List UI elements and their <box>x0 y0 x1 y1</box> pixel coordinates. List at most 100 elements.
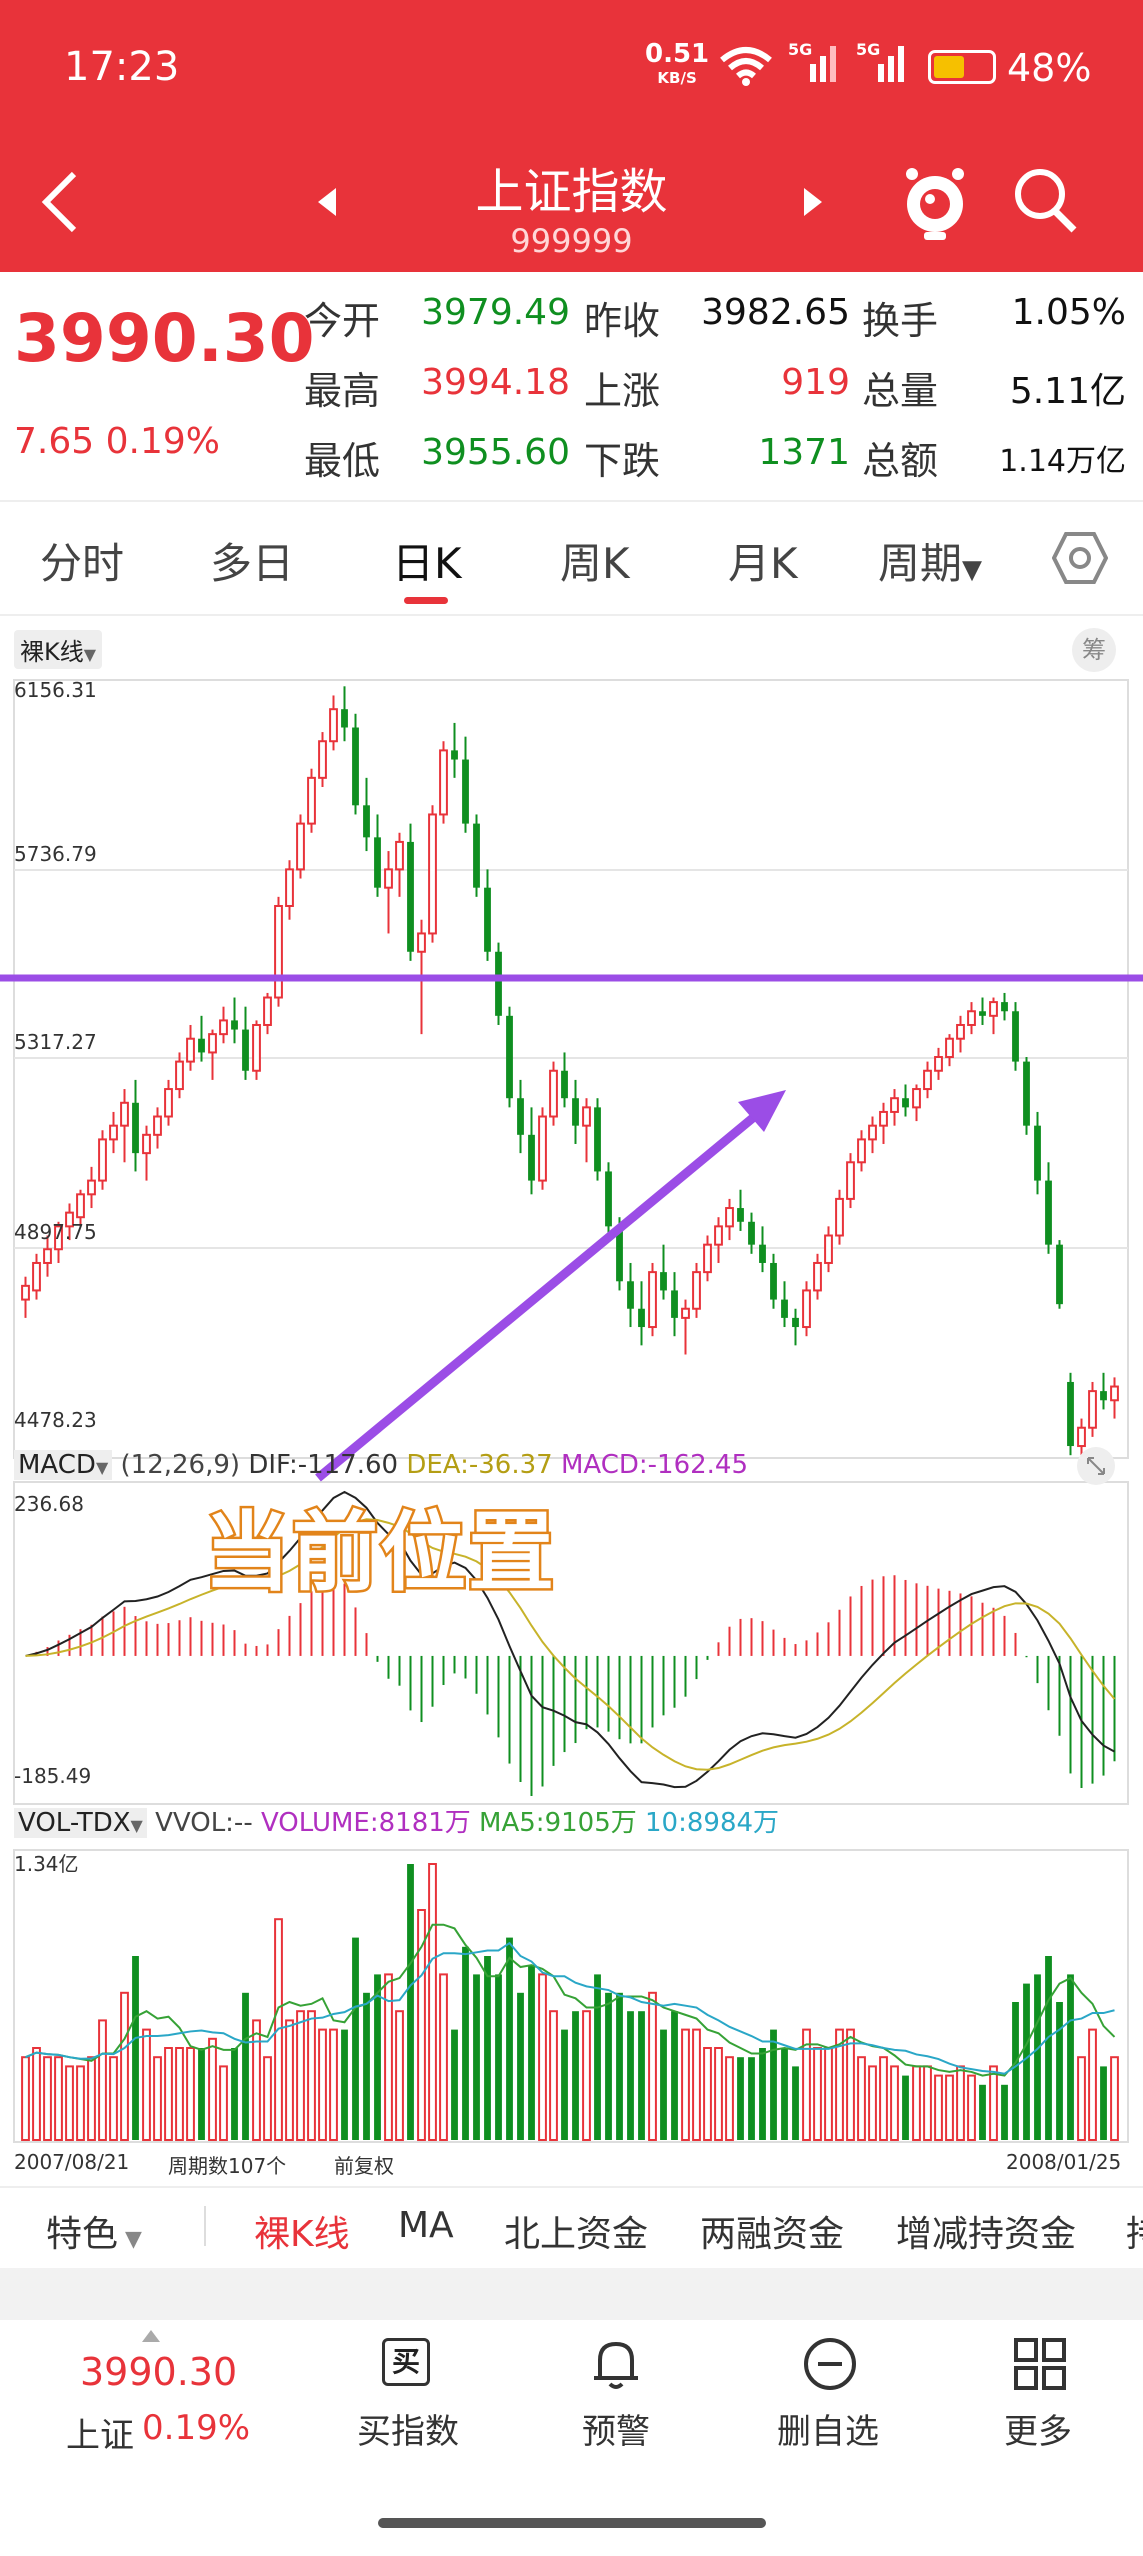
tab-multiday[interactable]: 多日 <box>210 530 294 591</box>
candle-body-up <box>1077 1426 1086 1448</box>
volume-bar-up <box>912 2065 921 2142</box>
net-speed-value: 0.51 <box>645 39 710 69</box>
volume-bar-up <box>989 2065 998 2142</box>
volume-bar-down <box>363 1992 370 2140</box>
period-count: 周期数107个 <box>168 2154 287 2178</box>
chip-button[interactable]: 筹 <box>1072 628 1116 672</box>
candle-body-down <box>132 1102 139 1154</box>
macd-dea: DEA:-36.37 <box>406 1450 553 1480</box>
volume-bar-up <box>164 2047 173 2141</box>
battery-icon <box>928 50 996 84</box>
battery-percent: 48% <box>1007 46 1092 90</box>
tab-period-label: 周期 <box>878 539 963 588</box>
label-volume: 总量 <box>862 369 939 413</box>
volume-selector[interactable]: VOL-TDX▼ <box>14 1808 147 1838</box>
candle-body-down <box>627 1281 634 1309</box>
volume-bar-up <box>252 2019 261 2142</box>
tab-feature[interactable]: 特色 ▼ <box>46 2205 142 2257</box>
alert-button[interactable]: 预警 <box>556 2334 676 2452</box>
volume-bar-up <box>417 1909 426 2141</box>
signal-icon-2: 5G <box>856 40 912 86</box>
remove-watchlist-button[interactable]: 删自选 <box>768 2334 888 2452</box>
volume-bars <box>21 1863 1119 2142</box>
candle-body-down <box>605 1171 612 1227</box>
tab-daily-k[interactable]: 日K <box>392 530 462 591</box>
tab-ma[interactable]: MA <box>398 2205 454 2246</box>
signal-label-2: 5G <box>856 40 881 59</box>
candle-body-up <box>725 1207 734 1228</box>
candle-body-down <box>737 1208 744 1222</box>
tab-margin[interactable]: 两融资金 <box>700 2205 844 2257</box>
volume-name: VOL-TDX <box>18 1808 131 1838</box>
tab-holdings-change[interactable]: 增减持资金 <box>896 2205 1076 2257</box>
candle-body-up <box>208 1033 217 1054</box>
volume-bar-up <box>1110 2056 1119 2141</box>
alert-label: 预警 <box>582 2412 650 2452</box>
volume-bar-up <box>857 2056 866 2141</box>
more-button[interactable]: 更多 <box>978 2334 1098 2452</box>
volume-bar-up <box>109 2056 118 2141</box>
candle-body-up <box>153 1115 162 1136</box>
candle-body-down <box>638 1308 645 1328</box>
home-indicator[interactable] <box>378 2518 766 2528</box>
volume-bar-up <box>923 2065 932 2142</box>
candle-body-down <box>1045 1180 1052 1245</box>
label-turnover: 换手 <box>862 299 939 343</box>
volume-bar-down <box>506 1937 513 2140</box>
tab-weekly-k[interactable]: 周K <box>560 530 630 591</box>
next-icon[interactable] <box>800 186 824 218</box>
volume-bar-up <box>208 2037 217 2142</box>
candle-body-up <box>989 1001 998 1017</box>
volume-bar-up <box>120 1991 129 2142</box>
y-label-4: 4897.75 <box>14 1220 97 1244</box>
volume-bar-up <box>1088 2028 1097 2141</box>
buy-index-label: 买指数 <box>357 2412 459 2452</box>
candle-body-down <box>198 1038 205 1053</box>
page-title: 上证指数 <box>475 164 668 220</box>
volume-bar-up <box>142 2028 151 2141</box>
volume-bar-up <box>318 2028 327 2141</box>
caret-up-icon <box>142 2330 160 2342</box>
macd-selector[interactable]: MACD▼ <box>14 1450 113 1480</box>
top-header: 17:23 0.51 KB/S 5G 5G 48% 上证指数 999999 <box>0 0 1143 272</box>
macd-dif: DIF:-117.60 <box>248 1450 399 1480</box>
volume-bar-up <box>153 2056 162 2141</box>
candle-body-up <box>835 1197 844 1237</box>
volume-bar-up <box>439 1973 448 2142</box>
search-icon[interactable] <box>1012 166 1078 236</box>
caret-down-icon: ▼ <box>118 2227 142 2252</box>
volume-bar-up <box>692 2028 701 2141</box>
candle-body-up <box>186 1037 195 1063</box>
tab-intraday[interactable]: 分时 <box>40 530 124 591</box>
macd-value: MACD:-162.45 <box>560 1450 749 1480</box>
kline-type-selector[interactable]: 裸K线▼ <box>14 630 103 669</box>
volume-bar-up <box>76 2065 85 2142</box>
candle-body-up <box>648 1271 657 1329</box>
tab-naked-k[interactable]: 裸K线 <box>254 2205 350 2257</box>
buy-index-button[interactable]: 买 买指数 <box>348 2334 468 2452</box>
volume-bar-up <box>395 2010 404 2141</box>
candle-body-up <box>1110 1385 1119 1402</box>
volume-bar-up <box>1077 2056 1086 2141</box>
candle-body-up <box>1088 1390 1097 1429</box>
tab-monthly-k[interactable]: 月K <box>728 530 798 591</box>
mascot-icon[interactable] <box>900 162 970 242</box>
tab-more-partial[interactable]: 持 <box>1126 2205 1143 2257</box>
tab-northbound[interactable]: 北上资金 <box>504 2205 648 2257</box>
annotation-label: 当前位置 <box>202 1501 557 1606</box>
volume-value: VOLUME:8181万 <box>260 1808 471 1838</box>
tab-period[interactable]: 周期▼ <box>878 530 982 591</box>
footer-index-name: 上证 <box>66 2416 134 2456</box>
candle-body-down <box>341 709 348 728</box>
volume-bar-down <box>1001 2084 1008 2140</box>
volume-bar-up <box>98 2019 107 2142</box>
candle-body-up <box>384 868 393 889</box>
settings-hexagon-icon[interactable] <box>1052 530 1108 586</box>
candle-body-up <box>857 1138 866 1164</box>
candle-body-up <box>582 1106 591 1127</box>
kline-chart[interactable] <box>0 620 1143 2190</box>
candle-body-up <box>285 868 294 907</box>
tab-feature-label: 特色 <box>46 2214 119 2255</box>
expand-icon[interactable] <box>1076 1446 1116 1486</box>
candle-body-up <box>692 1271 701 1310</box>
